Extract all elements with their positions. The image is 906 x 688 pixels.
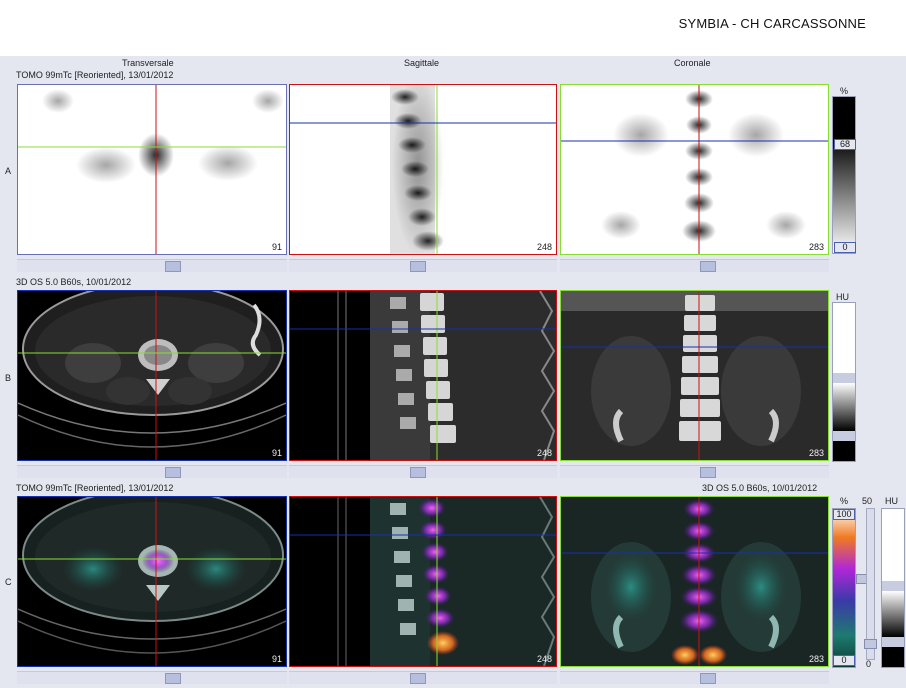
spect-grayscale-colorbar[interactable] — [832, 96, 856, 254]
spect-transverse-view[interactable]: 91 — [17, 84, 287, 255]
fusion-sagittal-view[interactable]: 248 — [289, 496, 557, 667]
row-label-b: B — [5, 373, 12, 383]
slice-number: 283 — [808, 448, 824, 458]
series-label-row-b: 3D OS 5.0 B60s, 10/01/2012 — [16, 277, 132, 287]
slice-number: 248 — [536, 654, 552, 664]
coronal-slice-slider[interactable] — [560, 465, 829, 478]
colorbar-bottom-value[interactable]: 0 — [833, 655, 855, 666]
slice-number: 248 — [536, 448, 552, 458]
colorbar-c-ct-unit: HU — [885, 496, 898, 506]
coronal-slice-slider[interactable] — [560, 671, 829, 684]
slice-number: 91 — [271, 654, 282, 664]
fusion-mix-low-label: 0 — [866, 659, 872, 669]
slider-thumb[interactable] — [700, 673, 716, 684]
slider-thumb[interactable] — [410, 261, 426, 272]
ct-fusion-colorbar[interactable] — [881, 508, 905, 668]
slider-thumb[interactable] — [700, 467, 716, 478]
series-label-row-c-right: 3D OS 5.0 B60s, 10/01/2012 — [702, 483, 818, 493]
slider-thumb[interactable] — [165, 467, 181, 478]
sagittal-slice-slider[interactable] — [289, 259, 557, 272]
slice-number: 248 — [536, 242, 552, 252]
slider-thumb[interactable] — [410, 467, 426, 478]
fusion-mix-label: 50 — [862, 496, 873, 506]
ct-sagittal-view[interactable]: 248 — [289, 290, 557, 461]
ct-transverse-view[interactable]: 91 — [17, 290, 287, 461]
slice-number: 91 — [271, 448, 282, 458]
column-header-coronal: Coronale — [674, 58, 711, 68]
transverse-slice-slider[interactable] — [17, 671, 287, 684]
app-header: SYMBIA - CH CARCASSONNE — [0, 0, 906, 56]
spect-sagittal-view[interactable]: 248 — [289, 84, 557, 255]
transverse-slice-slider[interactable] — [17, 259, 287, 272]
fusion-coronal-view[interactable]: 283 — [560, 496, 829, 667]
sagittal-slice-slider[interactable] — [289, 465, 557, 478]
series-label-row-c: TOMO 99mTc [Reoriented], 13/01/2012 — [16, 483, 174, 493]
row-label-c: C — [5, 577, 12, 587]
ct-coronal-view[interactable]: 283 — [560, 290, 829, 461]
fusion-mix-slider[interactable] — [864, 508, 877, 660]
colorbar-top-value[interactable]: 68 — [834, 139, 856, 150]
slider-thumb[interactable] — [165, 261, 181, 272]
mix-slider-thumb[interactable] — [864, 639, 877, 649]
colorbar-b-unit: HU — [836, 292, 849, 302]
column-header-sagittal: Sagittale — [404, 58, 440, 68]
site-title: SYMBIA - CH CARCASSONNE — [678, 16, 866, 31]
fusion-transverse-view[interactable]: 91 — [17, 496, 287, 667]
sagittal-slice-slider[interactable] — [289, 671, 557, 684]
slider-thumb[interactable] — [165, 673, 181, 684]
slider-thumb[interactable] — [700, 261, 716, 272]
column-header-transverse: Transversale — [122, 58, 174, 68]
coronal-slice-slider[interactable] — [560, 259, 829, 272]
colorbar-top-value[interactable]: 100 — [833, 509, 855, 520]
series-label-row-a: TOMO 99mTc [Reoriented], 13/01/2012 — [16, 70, 174, 80]
colorbar-c-unit: % — [840, 496, 849, 506]
slider-thumb[interactable] — [410, 673, 426, 684]
row-label-a: A — [5, 166, 12, 176]
colorbar-a-unit: % — [840, 86, 849, 96]
colorbar-bottom-value[interactable]: 0 — [834, 242, 856, 253]
ct-grayscale-colorbar[interactable] — [832, 302, 856, 462]
slice-number: 283 — [808, 242, 824, 252]
slice-number: 91 — [271, 242, 282, 252]
spect-coronal-view[interactable]: 283 — [560, 84, 829, 255]
slice-number: 283 — [808, 654, 824, 664]
transverse-slice-slider[interactable] — [17, 465, 287, 478]
pet-colorbar[interactable] — [832, 508, 856, 668]
